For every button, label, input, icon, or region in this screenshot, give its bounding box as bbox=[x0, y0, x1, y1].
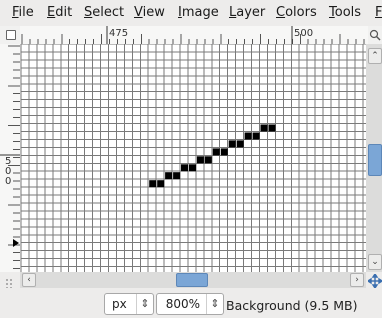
horizontal-scroll-row: ‹ › bbox=[0, 272, 382, 290]
scroll-right-arrow-icon[interactable]: › bbox=[350, 273, 364, 287]
painted-pixel bbox=[173, 172, 181, 180]
painted-pixel bbox=[212, 148, 220, 156]
painted-pixel bbox=[236, 140, 244, 148]
painted-pixel bbox=[181, 164, 188, 172]
quick-mask-toggle[interactable] bbox=[0, 26, 20, 44]
horizontal-ruler[interactable]: 475 500 bbox=[20, 26, 368, 45]
unit-selector[interactable]: px ⇕ bbox=[104, 293, 154, 315]
horizontal-ruler-ticks: 475 500 bbox=[21, 26, 365, 44]
menu-item-layer[interactable]: Layer bbox=[229, 5, 265, 20]
horizontal-scrollbar[interactable]: ‹ › bbox=[20, 272, 366, 288]
painted-pixel bbox=[260, 124, 268, 132]
painted-pixel bbox=[189, 164, 196, 172]
painted-pixel bbox=[196, 156, 204, 164]
painted-pixel bbox=[204, 156, 212, 164]
scroll-left-arrow-icon[interactable]: ‹ bbox=[22, 273, 36, 287]
ruler-label: 500 bbox=[294, 28, 313, 39]
painted-pixel bbox=[268, 124, 276, 132]
menu-item-file[interactable]: File bbox=[12, 5, 34, 20]
pixel-grid bbox=[21, 44, 366, 272]
image-canvas[interactable] bbox=[21, 44, 366, 272]
menu-bar: File Edit Select View Image Layer Colors Tools F bbox=[0, 0, 382, 26]
status-bar: px ⇕ 800% ⇕ Background (9.5 MB) bbox=[0, 288, 382, 318]
pointer-position-marker-icon bbox=[13, 239, 19, 247]
zoom-dropdown-icon[interactable]: ⇕ bbox=[206, 294, 223, 314]
menu-item-f[interactable]: F bbox=[375, 5, 382, 20]
menu-item-image[interactable]: Image bbox=[178, 5, 219, 20]
vertical-ruler-ticks: 500 bbox=[0, 45, 20, 270]
vertical-ruler[interactable]: 500 bbox=[0, 44, 21, 272]
zoom-value: 800% bbox=[165, 297, 200, 311]
menu-item-edit[interactable]: Edit bbox=[47, 5, 72, 20]
navigate-move-icon[interactable] bbox=[366, 272, 382, 290]
scroll-up-arrow-icon[interactable]: ⌃ bbox=[368, 48, 382, 64]
unit-dropdown-icon[interactable]: ⇕ bbox=[136, 294, 153, 314]
resize-grip-icon[interactable] bbox=[4, 274, 16, 289]
menu-item-tools[interactable]: Tools bbox=[329, 5, 361, 20]
menu-item-colors[interactable]: Colors bbox=[276, 5, 317, 20]
painted-pixel bbox=[228, 140, 236, 148]
navigate-button[interactable] bbox=[368, 26, 382, 44]
zoom-navigate-icon bbox=[369, 29, 381, 41]
zoom-selector[interactable]: 800% ⇕ bbox=[156, 293, 224, 315]
painted-pixel bbox=[157, 180, 165, 188]
ruler-label: 475 bbox=[109, 28, 128, 39]
scroll-down-arrow-icon[interactable]: ⌄ bbox=[368, 254, 382, 270]
painted-pixel bbox=[252, 132, 260, 140]
quick-mask-icon bbox=[6, 30, 16, 40]
menu-item-view[interactable]: View bbox=[134, 5, 165, 20]
menu-item-select[interactable]: Select bbox=[84, 5, 124, 20]
layer-info: Background (9.5 MB) bbox=[226, 298, 358, 313]
unit-value: px bbox=[112, 297, 127, 311]
vertical-scrollbar[interactable]: ⌃ ⌄ bbox=[366, 44, 382, 272]
painted-pixel bbox=[244, 132, 252, 140]
painted-pixel bbox=[220, 148, 228, 156]
painted-pixel bbox=[165, 172, 173, 180]
ruler-label-digit: 0 bbox=[5, 176, 11, 187]
painted-pixel bbox=[149, 180, 157, 188]
horizontal-scroll-thumb[interactable] bbox=[176, 273, 208, 287]
vertical-scroll-thumb[interactable] bbox=[368, 144, 382, 176]
